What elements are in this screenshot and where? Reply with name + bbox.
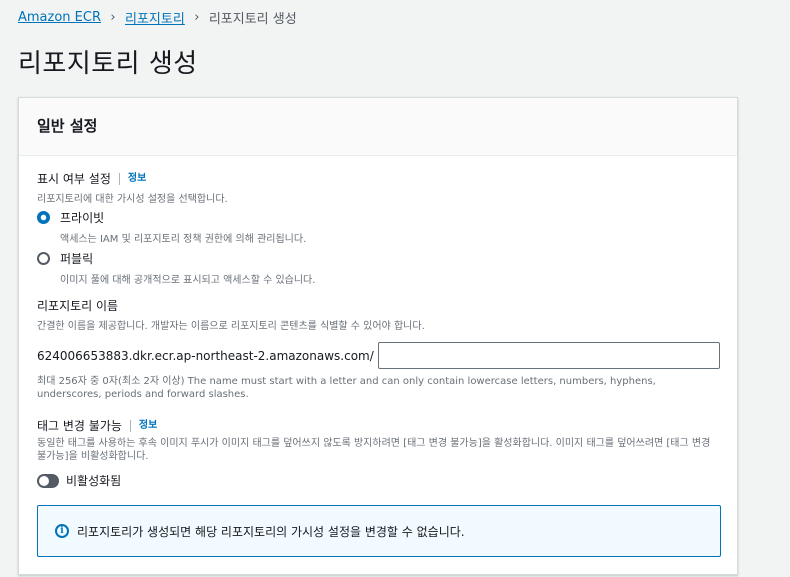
repo-name-label: 리포지토리 이름 bbox=[37, 299, 119, 313]
radio-public-button[interactable] bbox=[37, 252, 50, 265]
breadcrumb: Amazon ECR › 리포지토리 › 리포지토리 생성 bbox=[18, 8, 297, 27]
chevron-right-icon: › bbox=[194, 10, 200, 25]
visibility-label: 표시 여부 설정 bbox=[37, 172, 111, 186]
radio-public[interactable]: 퍼블릭 이미지 풀에 대해 공개적으로 표시되고 액세스할 수 있습니다. bbox=[37, 250, 315, 286]
repo-name-input[interactable] bbox=[377, 342, 720, 369]
visibility-info-link[interactable]: 정보 bbox=[118, 172, 146, 185]
breadcrumb-current: 리포지토리 생성 bbox=[208, 12, 297, 27]
repo-uri-prefix: 624006653883.dkr.ecr.ap-northeast-2.amaz… bbox=[37, 348, 374, 363]
toggle-knob bbox=[39, 475, 49, 486]
info-icon: i bbox=[55, 524, 69, 538]
chevron-right-icon: › bbox=[110, 10, 116, 25]
general-settings-panel: 일반 설정 표시 여부 설정 정보 리포지토리에 대한 가시성 설정을 선택합니… bbox=[18, 97, 738, 575]
visibility-alert-text: 리포지토리가 생성되면 해당 리포지토리의 가시성 설정을 변경할 수 없습니다… bbox=[77, 524, 465, 539]
tag-immutability-toggle-label: 비활성화됨 bbox=[66, 474, 122, 488]
tag-immutability-toggle-row: 비활성화됨 bbox=[37, 472, 121, 489]
repo-name-description: 간결한 이름을 제공합니다. 개발자는 이름으로 리포지토리 콘텐츠를 식별할 … bbox=[37, 321, 425, 332]
radio-private[interactable]: 프라이빗 액세스는 IAM 및 리포지토리 정책 권한에 의해 관리됩니다. bbox=[37, 209, 306, 245]
visibility-description: 리포지토리에 대한 가시성 설정을 선택합니다. bbox=[37, 194, 228, 205]
tag-immutability-label: 태그 변경 불가능 bbox=[37, 419, 122, 433]
radio-private-description: 액세스는 IAM 및 리포지토리 정책 권한에 의해 관리됩니다. bbox=[60, 234, 307, 245]
visibility-section: 표시 여부 설정 정보 리포지토리에 대한 가시성 설정을 선택합니다. bbox=[37, 170, 719, 205]
breadcrumb-repositories[interactable]: 리포지토리 bbox=[125, 8, 185, 27]
radio-private-label: 프라이빗 bbox=[60, 211, 105, 225]
radio-private-button[interactable] bbox=[37, 211, 50, 224]
radio-public-description: 이미지 풀에 대해 공개적으로 표시되고 액세스할 수 있습니다. bbox=[60, 275, 316, 286]
panel-title: 일반 설정 bbox=[19, 98, 737, 156]
radio-public-label: 퍼블릭 bbox=[60, 252, 94, 266]
tag-immutability-description: 동일한 태그를 사용하는 후속 이미지 푸시가 이미지 태그를 덮어쓰지 않도록… bbox=[37, 438, 711, 462]
repo-name-constraint: 최대 256자 중 0자(최소 2자 이상) The name must sta… bbox=[37, 376, 656, 400]
tag-immutability-toggle[interactable] bbox=[37, 473, 59, 488]
repo-uri-row: 624006653883.dkr.ecr.ap-northeast-2.amaz… bbox=[37, 342, 720, 369]
page-title: 리포지토리 생성 bbox=[18, 49, 198, 79]
tag-immutability-info-link[interactable]: 정보 bbox=[129, 419, 157, 432]
repo-name-section: 리포지토리 이름 간결한 이름을 제공합니다. 개발자는 이름으로 리포지토리 … bbox=[37, 297, 719, 332]
breadcrumb-amazon-ecr[interactable]: Amazon ECR bbox=[18, 10, 101, 25]
tag-immutability-section: 태그 변경 불가능 정보 동일한 태그를 사용하는 후속 이미지 푸시가 이미지… bbox=[37, 417, 719, 463]
visibility-alert: i 리포지토리가 생성되면 해당 리포지토리의 가시성 설정을 변경할 수 없습… bbox=[37, 505, 721, 557]
